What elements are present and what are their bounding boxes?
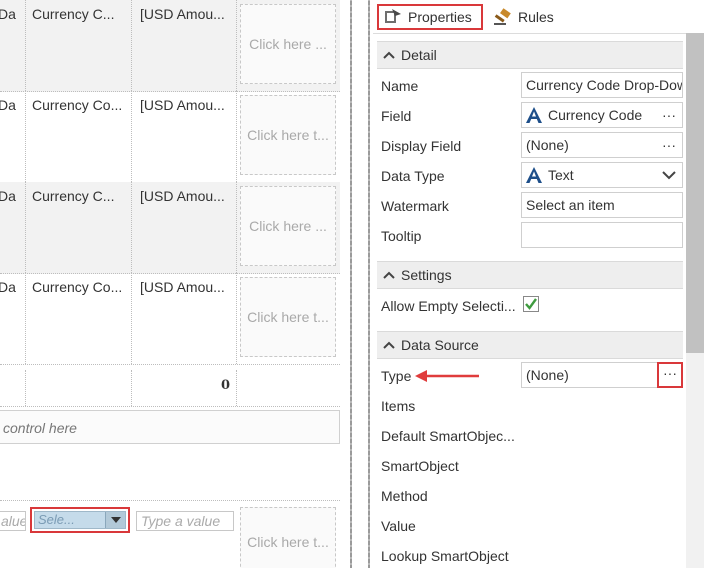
text-type-icon [526,107,542,123]
type-value-input[interactable]: Type a value [136,511,234,531]
cell-date[interactable]: Da [0,279,20,295]
section-detail-header[interactable]: Detail [377,41,683,69]
display-field-value: (None) [526,137,569,153]
tab-properties[interactable]: Properties [377,4,483,30]
scrollbar-thumb[interactable] [686,33,704,353]
cell-currency[interactable]: Currency C... [32,188,128,204]
allow-empty-checkbox[interactable] [523,296,539,312]
tooltip-label: Tooltip [381,228,422,244]
data-type-value: Text [548,167,574,183]
dropdown-text: Sele... [38,512,75,527]
table-row: Da Currency Co... [USD Amou... Click her… [0,91,340,183]
items-label: Items [381,398,416,414]
panel-tabs: Properties Rules [373,0,704,34]
chevron-up-icon [383,271,395,279]
tab-label: Rules [518,9,554,25]
checkmark-icon [525,298,537,310]
text-type-icon [526,167,542,183]
type-ellipsis-button[interactable]: ··· [657,362,683,388]
cell-usd-amount[interactable]: [USD Amou... [140,279,236,295]
gavel-icon [494,8,511,25]
section-data-source-header[interactable]: Data Source [377,331,683,359]
value-label: Value [381,518,416,534]
section-title: Settings [401,267,452,283]
watermark-input[interactable]: Select an item [521,192,683,218]
cell-usd-amount[interactable]: [USD Amou... [140,188,236,204]
type-selector[interactable]: (None) [521,362,657,388]
total-value[interactable]: 0 [180,378,230,393]
cell-usd-amount[interactable]: [USD Amou... [140,97,236,113]
chevron-down-icon[interactable] [662,171,676,180]
field-selector[interactable]: Currency Code ··· [521,102,683,128]
table-row: Da Currency C... [USD Amou... Click here… [0,0,340,92]
properties-panel: Properties Rules Detail Name Currency Co… [373,0,704,568]
cell-currency[interactable]: Currency C... [32,6,128,22]
value-input[interactable]: alue [0,511,26,531]
cell-usd-amount[interactable]: [USD Amou... [140,6,236,22]
watermark-label: Watermark [381,198,449,214]
click-here-placeholder[interactable]: Click here t... [240,507,336,568]
chevron-up-icon [383,341,395,349]
display-field-selector[interactable]: (None) ··· [521,132,683,158]
form-canvas: Da Currency C... [USD Amou... Click here… [0,0,345,568]
default-smartobject-label: Default SmartObjec... [381,428,515,444]
cell-date[interactable]: Da [0,188,20,204]
drop-control-zone[interactable]: control here [0,410,340,444]
method-label: Method [381,488,428,504]
section-settings-header[interactable]: Settings [377,261,683,289]
currency-dropdown-highlight[interactable]: Sele... [30,507,130,533]
properties-icon [385,9,401,23]
tooltip-input[interactable] [521,222,683,248]
table-row: Da Currency Co... [USD Amou... Click her… [0,273,340,365]
currency-dropdown[interactable]: Sele... [34,511,126,529]
data-type-select[interactable]: Text [521,162,683,188]
display-field-ellipsis-button[interactable]: ··· [662,133,676,157]
tab-label: Properties [408,9,472,25]
red-arrow-icon [415,370,479,382]
cell-date[interactable]: Da [0,6,20,22]
cell-currency[interactable]: Currency Co... [32,279,128,295]
table-row: Da Currency C... [USD Amou... Click here… [0,182,340,274]
data-type-label: Data Type [381,168,445,184]
field-ellipsis-button[interactable]: ··· [662,103,676,127]
input-row: alue Sele... Type a value Click here t..… [0,500,340,568]
type-label: Type [381,368,412,384]
tab-rules[interactable]: Rules [489,4,563,30]
totals-row: 0 [0,370,340,407]
cell-date[interactable]: Da [0,97,20,113]
name-field[interactable]: Currency Code Drop-Dow [521,72,683,98]
name-label: Name [381,78,419,94]
type-value: (None) [526,367,569,383]
section-title: Detail [401,47,437,63]
lookup-smartobject-label: Lookup SmartObject [381,548,509,564]
click-here-placeholder[interactable]: Click here ... [240,4,336,84]
click-here-placeholder[interactable]: Click here t... [240,277,336,357]
field-label: Field [381,108,412,124]
click-here-placeholder[interactable]: Click here t... [240,95,336,175]
click-here-placeholder[interactable]: Click here ... [240,186,336,266]
field-value: Currency Code [548,107,643,123]
dropdown-arrow-icon[interactable] [105,512,125,528]
display-field-label: Display Field [381,138,462,154]
chevron-up-icon [383,51,395,59]
cell-currency[interactable]: Currency Co... [32,97,128,113]
allow-empty-label: Allow Empty Selecti... [381,298,516,314]
smartobject-label: SmartObject [381,458,459,474]
section-title: Data Source [401,337,479,353]
panel-splitter[interactable] [345,0,373,568]
